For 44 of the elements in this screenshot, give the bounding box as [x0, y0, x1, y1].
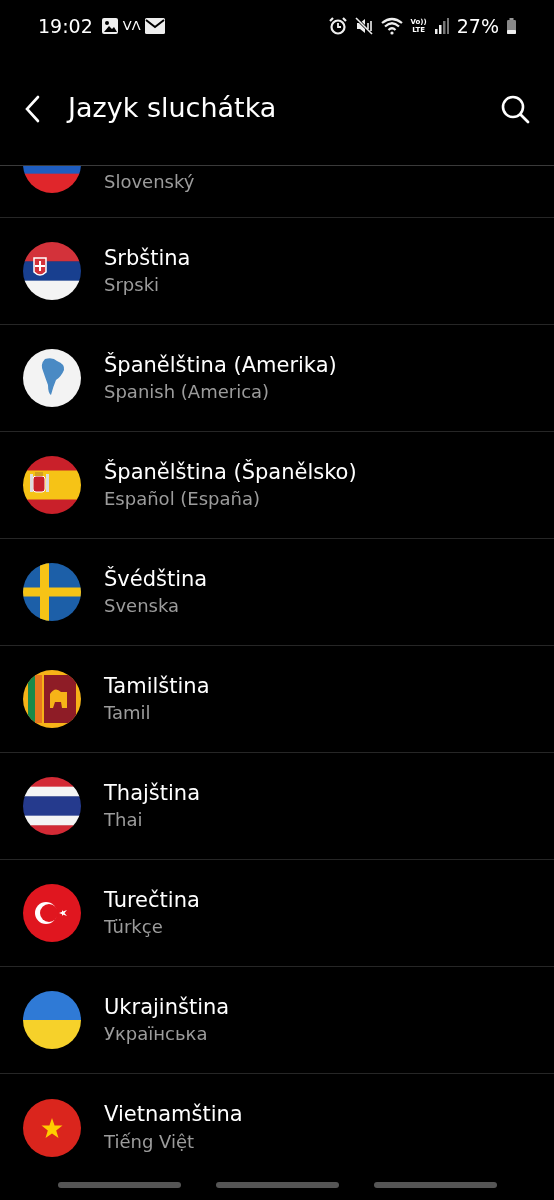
battery-icon — [507, 18, 516, 34]
search-icon[interactable] — [500, 93, 530, 124]
flag-icon — [23, 1098, 81, 1157]
language-name[interactable]: Španělština (Amerika) — [104, 351, 337, 380]
language-name[interactable]: Turečtina — [104, 886, 200, 915]
language-name[interactable]: Thajština — [104, 779, 201, 808]
flag-icon — [23, 991, 81, 1049]
flag-icon — [23, 670, 81, 728]
native-name: Srpski — [104, 273, 161, 298]
signal-icon — [434, 18, 449, 34]
language-name[interactable]: Španělština (Španělsko) — [104, 458, 357, 487]
back-icon[interactable] — [24, 94, 40, 123]
native-name: Tiếng Việt — [104, 1129, 196, 1154]
flag-icon — [23, 349, 81, 407]
flag-icon — [23, 777, 81, 835]
mute-icon — [354, 17, 373, 35]
native-name: Spanish (America) — [104, 380, 271, 405]
native-name: Tamil — [104, 701, 152, 726]
recent-apps-button[interactable] — [57, 1182, 181, 1188]
language-name[interactable]: Švédština — [104, 565, 208, 594]
flag-icon — [23, 563, 81, 621]
mail-icon — [144, 18, 165, 34]
flag-icon — [23, 456, 81, 514]
native-name: Українська — [104, 1022, 209, 1047]
native-name: Español (España) — [104, 487, 262, 512]
image-icon — [100, 17, 119, 35]
screen-title: Jazyk sluchátka — [68, 91, 277, 126]
carrier-mark: VΛ — [122, 17, 141, 36]
wifi-icon — [380, 17, 403, 35]
language-name[interactable]: Tamilština — [104, 672, 210, 701]
language-name[interactable]: Srbština — [104, 244, 191, 273]
flag-icon — [23, 884, 81, 942]
native-name: Thai — [104, 808, 144, 833]
language-name[interactable]: Ukrajinština — [104, 993, 230, 1022]
alarm-icon — [328, 17, 347, 35]
native-name: Slovenský — [104, 170, 195, 195]
clock-time: 19:02 — [38, 13, 93, 39]
back-button[interactable] — [373, 1182, 497, 1188]
language-name[interactable]: Vietnamština — [104, 1101, 243, 1129]
home-button[interactable] — [215, 1182, 339, 1188]
flag-icon — [23, 242, 81, 300]
native-name: Türkçe — [104, 915, 164, 940]
native-name: Svenska — [104, 594, 181, 619]
battery-percent: 27% — [456, 13, 499, 39]
